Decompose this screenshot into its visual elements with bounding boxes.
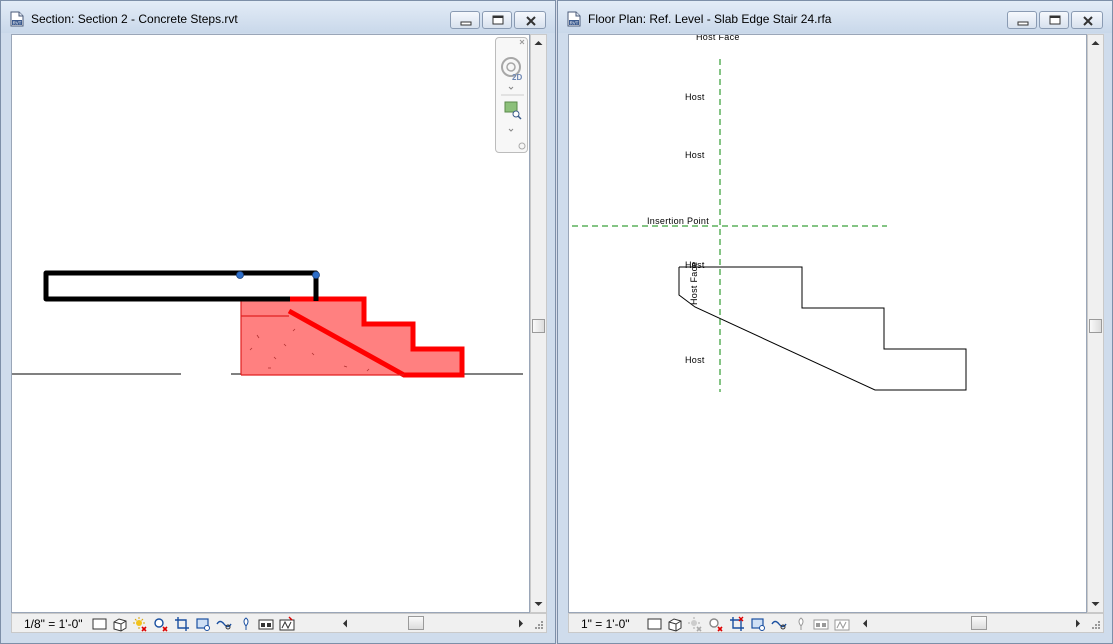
drawing-canvas[interactable]: Host Face Host Host Insertion Point Host… xyxy=(568,34,1087,613)
host-label-1: Host xyxy=(685,92,705,102)
restore-icon xyxy=(1049,15,1061,25)
minimize-icon xyxy=(460,21,472,26)
temporary-hide-icon[interactable] xyxy=(216,616,232,632)
scroll-right-icon[interactable] xyxy=(1074,619,1082,628)
grip-handle-2[interactable] xyxy=(312,271,320,279)
shadows-icon[interactable] xyxy=(153,616,169,632)
resize-grip-icon[interactable] xyxy=(1091,620,1101,630)
zoom-region-icon xyxy=(504,101,522,120)
host-label-2: Host xyxy=(685,150,705,160)
host-label-4: Host xyxy=(685,355,705,365)
title-bar[interactable]: RVT Floor Plan: Ref. Level - Slab Edge S… xyxy=(558,1,1112,33)
scroll-right-icon[interactable] xyxy=(517,619,525,628)
vertical-scrollbar[interactable] xyxy=(1087,34,1104,613)
restore-icon xyxy=(492,15,504,25)
section-view-window[interactable]: RVT Section: Section 2 - Concrete Steps.… xyxy=(0,0,556,644)
scroll-thumb[interactable] xyxy=(1089,319,1102,333)
minimize-icon xyxy=(1017,21,1029,26)
close-button[interactable] xyxy=(514,11,546,29)
worksharing-icon[interactable] xyxy=(258,616,274,632)
host-face-label-vertical: Host Face xyxy=(689,261,699,305)
crop-region-icon[interactable] xyxy=(195,616,211,632)
reveal-hidden-icon[interactable] xyxy=(238,616,254,632)
horizontal-scroll-thumb[interactable] xyxy=(408,616,424,630)
floor-plan-window[interactable]: RVT Floor Plan: Ref. Level - Slab Edge S… xyxy=(557,0,1113,644)
stair-profile xyxy=(678,266,967,391)
resize-grip-icon[interactable] xyxy=(534,620,544,630)
navigation-bar-icons: 2D xyxy=(501,39,526,150)
shadows-icon[interactable] xyxy=(708,616,724,632)
crop-region-icon[interactable] xyxy=(750,616,766,632)
detail-level-icon[interactable] xyxy=(647,616,663,632)
nav-wheel-2d-label: 2D xyxy=(512,73,522,82)
horizontal-scroll-thumb[interactable] xyxy=(971,616,987,630)
close-icon xyxy=(1083,16,1093,26)
section-drawing xyxy=(12,270,523,378)
visual-style-icon[interactable] xyxy=(667,616,683,632)
reveal-hidden-icon[interactable] xyxy=(793,616,809,632)
crop-view-icon[interactable] xyxy=(729,616,745,632)
concrete-stair xyxy=(241,299,462,375)
window-title: Section: Section 2 - Concrete Steps.rvt xyxy=(31,12,238,26)
view-control-bar: 1/8" = 1'-0" xyxy=(11,613,547,633)
view-scale[interactable]: 1/8" = 1'-0" xyxy=(24,617,83,631)
drawing-canvas[interactable]: 2D xyxy=(11,34,530,613)
scroll-down-icon[interactable] xyxy=(1091,600,1100,608)
scroll-thumb[interactable] xyxy=(532,319,545,333)
analytical-model-icon[interactable] xyxy=(279,616,295,632)
scroll-left-icon[interactable] xyxy=(861,619,869,628)
detail-level-icon[interactable] xyxy=(92,616,108,632)
close-button[interactable] xyxy=(1071,11,1103,29)
host-face-label-top: Host Face xyxy=(696,34,740,42)
rvt-file-icon: RVT xyxy=(10,11,24,27)
scroll-left-icon[interactable] xyxy=(341,619,349,628)
insertion-point-label: Insertion Point xyxy=(647,216,710,226)
close-icon xyxy=(526,16,536,26)
crop-view-icon[interactable] xyxy=(174,616,190,632)
plan-drawing xyxy=(572,59,967,392)
restore-button[interactable] xyxy=(1039,11,1069,29)
slab-outline xyxy=(43,270,319,302)
temporary-hide-icon[interactable] xyxy=(771,616,787,632)
navigation-bar[interactable]: 2D xyxy=(495,37,528,153)
restore-button[interactable] xyxy=(482,11,512,29)
window-title: Floor Plan: Ref. Level - Slab Edge Stair… xyxy=(588,12,832,26)
grip-handle-1[interactable] xyxy=(236,271,244,279)
scroll-up-icon[interactable] xyxy=(534,39,543,47)
view-control-bar: 1" = 1'-0" xyxy=(568,613,1104,633)
worksharing-icon[interactable] xyxy=(813,616,829,632)
steering-wheel-icon: 2D xyxy=(501,57,522,82)
minimize-button[interactable] xyxy=(1007,11,1037,29)
minimize-button[interactable] xyxy=(450,11,480,29)
view-scale[interactable]: 1" = 1'-0" xyxy=(581,617,630,631)
doc-icon-label: RVT xyxy=(13,20,22,25)
vertical-scrollbar[interactable] xyxy=(530,34,547,613)
rvt-file-icon: RVT xyxy=(567,11,581,27)
sun-path-icon[interactable] xyxy=(687,616,703,632)
doc-icon-label: RVT xyxy=(570,20,579,25)
scroll-up-icon[interactable] xyxy=(1091,39,1100,47)
sun-path-icon[interactable] xyxy=(132,616,148,632)
visual-style-icon[interactable] xyxy=(112,616,128,632)
title-bar[interactable]: RVT Section: Section 2 - Concrete Steps.… xyxy=(1,1,555,33)
scroll-down-icon[interactable] xyxy=(534,600,543,608)
analytical-model-icon[interactable] xyxy=(834,616,850,632)
